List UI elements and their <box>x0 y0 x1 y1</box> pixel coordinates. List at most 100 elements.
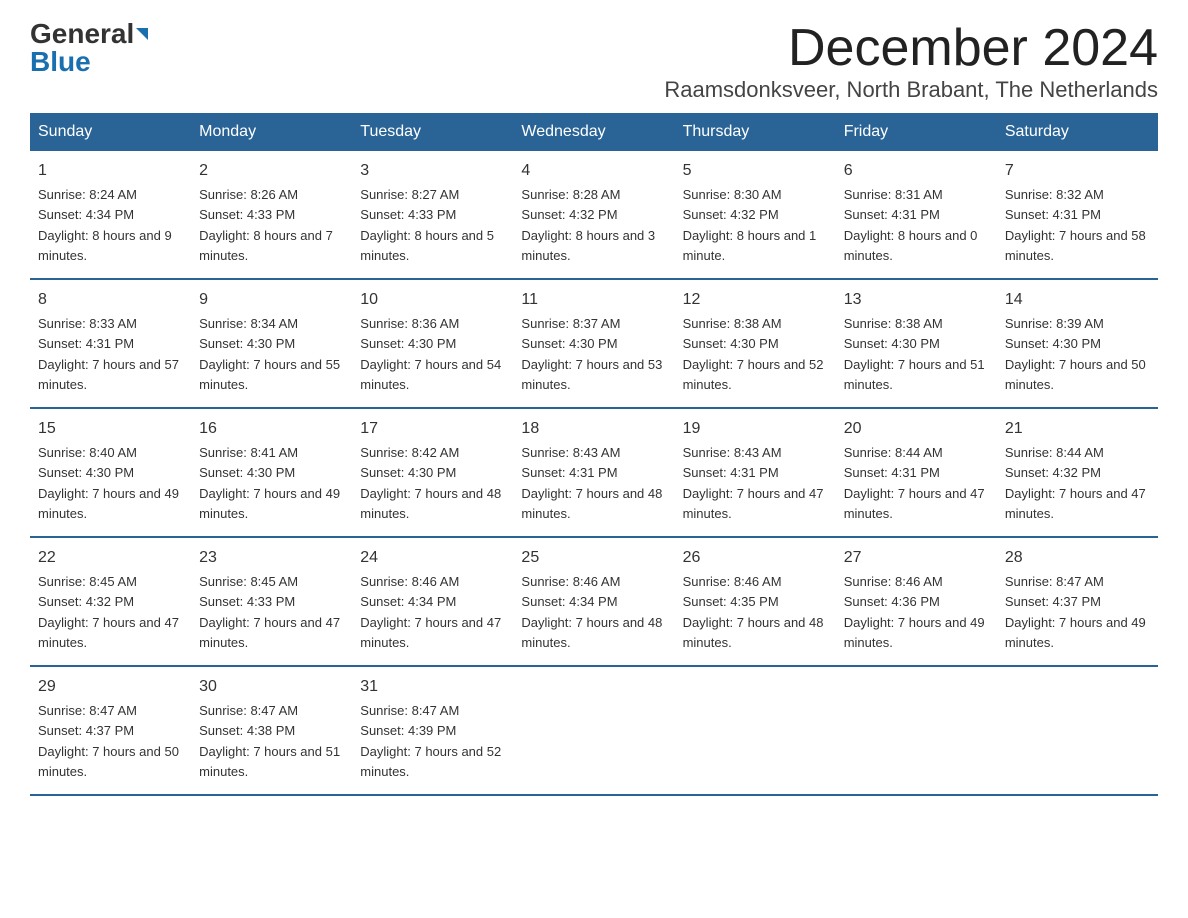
calendar-cell: 13Sunrise: 8:38 AMSunset: 4:30 PMDayligh… <box>836 279 997 408</box>
calendar-cell: 17 Sunrise: 8:42 AMSunset: 4:30 PMDayligh… <box>352 408 513 537</box>
day-info: Sunrise: 8:40 AMSunset: 4:30 PMDaylight:… <box>38 445 179 521</box>
calendar-cell: 9 Sunrise: 8:34 AMSunset: 4:30 PMDaylight… <box>191 279 352 408</box>
calendar-cell: 16 Sunrise: 8:41 AMSunset: 4:30 PMDayligh… <box>191 408 352 537</box>
week-row-4: 22 Sunrise: 8:45 AMSunset: 4:32 PMDayligh… <box>30 537 1158 666</box>
calendar-cell: 29 Sunrise: 8:47 AMSunset: 4:37 PMDayligh… <box>30 666 191 795</box>
day-info: Sunrise: 8:38 AMSunset: 4:30 PMDaylight:… <box>683 316 824 392</box>
day-number: 24 <box>360 546 505 570</box>
day-info: Sunrise: 8:24 AMSunset: 4:34 PMDaylight:… <box>38 187 172 263</box>
calendar-cell: 28 Sunrise: 8:47 AMSunset: 4:37 PMDayligh… <box>997 537 1158 666</box>
calendar-cell: 22 Sunrise: 8:45 AMSunset: 4:32 PMDayligh… <box>30 537 191 666</box>
day-header-friday: Friday <box>836 113 997 151</box>
title-section: December 2024 Raamsdonksveer, North Brab… <box>664 20 1158 103</box>
calendar-cell: 3Sunrise: 8:27 AMSunset: 4:33 PMDaylight… <box>352 151 513 279</box>
days-of-week-row: SundayMondayTuesdayWednesdayThursdayFrid… <box>30 113 1158 151</box>
calendar-cell: 30 Sunrise: 8:47 AMSunset: 4:38 PMDayligh… <box>191 666 352 795</box>
day-number: 5 <box>683 159 828 183</box>
logo-general-text: General <box>30 20 134 48</box>
day-number: 13 <box>844 288 989 312</box>
day-number: 6 <box>844 159 989 183</box>
week-row-5: 29 Sunrise: 8:47 AMSunset: 4:37 PMDayligh… <box>30 666 1158 795</box>
calendar-cell <box>836 666 997 795</box>
day-info: Sunrise: 8:47 AMSunset: 4:39 PMDaylight:… <box>360 703 501 779</box>
calendar-header: SundayMondayTuesdayWednesdayThursdayFrid… <box>30 113 1158 151</box>
week-row-1: 1 Sunrise: 8:24 AMSunset: 4:34 PMDaylight… <box>30 151 1158 279</box>
day-info: Sunrise: 8:47 AMSunset: 4:37 PMDaylight:… <box>38 703 179 779</box>
calendar-cell <box>997 666 1158 795</box>
day-number: 1 <box>38 159 183 183</box>
calendar-cell: 31 Sunrise: 8:47 AMSunset: 4:39 PMDayligh… <box>352 666 513 795</box>
day-header-tuesday: Tuesday <box>352 113 513 151</box>
calendar-cell: 10Sunrise: 8:36 AMSunset: 4:30 PMDayligh… <box>352 279 513 408</box>
calendar-cell: 27 Sunrise: 8:46 AMSunset: 4:36 PMDayligh… <box>836 537 997 666</box>
calendar-cell: 21 Sunrise: 8:44 AMSunset: 4:32 PMDayligh… <box>997 408 1158 537</box>
location-title: Raamsdonksveer, North Brabant, The Nethe… <box>664 77 1158 103</box>
day-header-sunday: Sunday <box>30 113 191 151</box>
month-title: December 2024 <box>664 20 1158 77</box>
day-info: Sunrise: 8:41 AMSunset: 4:30 PMDaylight:… <box>199 445 340 521</box>
page-header: General Blue December 2024 Raamsdonksvee… <box>30 20 1158 103</box>
day-number: 19 <box>683 417 828 441</box>
day-number: 21 <box>1005 417 1150 441</box>
week-row-3: 15Sunrise: 8:40 AMSunset: 4:30 PMDayligh… <box>30 408 1158 537</box>
calendar-table: SundayMondayTuesdayWednesdayThursdayFrid… <box>30 113 1158 796</box>
day-info: Sunrise: 8:43 AMSunset: 4:31 PMDaylight:… <box>683 445 824 521</box>
day-number: 18 <box>521 417 666 441</box>
day-number: 7 <box>1005 159 1150 183</box>
calendar-cell: 15Sunrise: 8:40 AMSunset: 4:30 PMDayligh… <box>30 408 191 537</box>
calendar-cell: 11Sunrise: 8:37 AMSunset: 4:30 PMDayligh… <box>513 279 674 408</box>
day-header-monday: Monday <box>191 113 352 151</box>
calendar-cell: 8Sunrise: 8:33 AMSunset: 4:31 PMDaylight… <box>30 279 191 408</box>
day-info: Sunrise: 8:33 AMSunset: 4:31 PMDaylight:… <box>38 316 179 392</box>
day-number: 30 <box>199 675 344 699</box>
day-info: Sunrise: 8:46 AMSunset: 4:35 PMDaylight:… <box>683 574 824 650</box>
day-number: 20 <box>844 417 989 441</box>
day-info: Sunrise: 8:39 AMSunset: 4:30 PMDaylight:… <box>1005 316 1146 392</box>
day-number: 3 <box>360 159 505 183</box>
day-info: Sunrise: 8:45 AMSunset: 4:32 PMDaylight:… <box>38 574 179 650</box>
day-info: Sunrise: 8:32 AMSunset: 4:31 PMDaylight:… <box>1005 187 1146 263</box>
day-info: Sunrise: 8:47 AMSunset: 4:37 PMDaylight:… <box>1005 574 1146 650</box>
day-info: Sunrise: 8:47 AMSunset: 4:38 PMDaylight:… <box>199 703 340 779</box>
calendar-cell: 18 Sunrise: 8:43 AMSunset: 4:31 PMDayligh… <box>513 408 674 537</box>
day-number: 26 <box>683 546 828 570</box>
day-info: Sunrise: 8:44 AMSunset: 4:32 PMDaylight:… <box>1005 445 1146 521</box>
day-header-thursday: Thursday <box>675 113 836 151</box>
calendar-cell <box>675 666 836 795</box>
calendar-cell: 7 Sunrise: 8:32 AMSunset: 4:31 PMDaylight… <box>997 151 1158 279</box>
calendar-body: 1 Sunrise: 8:24 AMSunset: 4:34 PMDaylight… <box>30 151 1158 795</box>
logo: General Blue <box>30 20 148 76</box>
calendar-cell: 5 Sunrise: 8:30 AMSunset: 4:32 PMDaylight… <box>675 151 836 279</box>
day-number: 28 <box>1005 546 1150 570</box>
day-number: 9 <box>199 288 344 312</box>
day-info: Sunrise: 8:43 AMSunset: 4:31 PMDaylight:… <box>521 445 662 521</box>
calendar-cell: 2Sunrise: 8:26 AMSunset: 4:33 PMDaylight… <box>191 151 352 279</box>
day-number: 2 <box>199 159 344 183</box>
day-info: Sunrise: 8:46 AMSunset: 4:34 PMDaylight:… <box>360 574 501 650</box>
day-number: 16 <box>199 417 344 441</box>
day-number: 29 <box>38 675 183 699</box>
day-info: Sunrise: 8:42 AMSunset: 4:30 PMDaylight:… <box>360 445 501 521</box>
day-number: 22 <box>38 546 183 570</box>
day-info: Sunrise: 8:34 AMSunset: 4:30 PMDaylight:… <box>199 316 340 392</box>
day-number: 25 <box>521 546 666 570</box>
calendar-cell: 26 Sunrise: 8:46 AMSunset: 4:35 PMDayligh… <box>675 537 836 666</box>
calendar-cell: 23Sunrise: 8:45 AMSunset: 4:33 PMDayligh… <box>191 537 352 666</box>
day-number: 17 <box>360 417 505 441</box>
day-info: Sunrise: 8:28 AMSunset: 4:32 PMDaylight:… <box>521 187 655 263</box>
logo-blue-text: Blue <box>30 46 91 77</box>
day-number: 31 <box>360 675 505 699</box>
day-info: Sunrise: 8:46 AMSunset: 4:36 PMDaylight:… <box>844 574 985 650</box>
calendar-cell: 14 Sunrise: 8:39 AMSunset: 4:30 PMDayligh… <box>997 279 1158 408</box>
calendar-cell: 4Sunrise: 8:28 AMSunset: 4:32 PMDaylight… <box>513 151 674 279</box>
day-number: 27 <box>844 546 989 570</box>
day-info: Sunrise: 8:31 AMSunset: 4:31 PMDaylight:… <box>844 187 978 263</box>
day-info: Sunrise: 8:30 AMSunset: 4:32 PMDaylight:… <box>683 187 817 263</box>
day-number: 23 <box>199 546 344 570</box>
day-header-wednesday: Wednesday <box>513 113 674 151</box>
calendar-cell: 25Sunrise: 8:46 AMSunset: 4:34 PMDayligh… <box>513 537 674 666</box>
calendar-cell: 1 Sunrise: 8:24 AMSunset: 4:34 PMDaylight… <box>30 151 191 279</box>
day-number: 14 <box>1005 288 1150 312</box>
day-number: 11 <box>521 288 666 312</box>
calendar-cell <box>513 666 674 795</box>
